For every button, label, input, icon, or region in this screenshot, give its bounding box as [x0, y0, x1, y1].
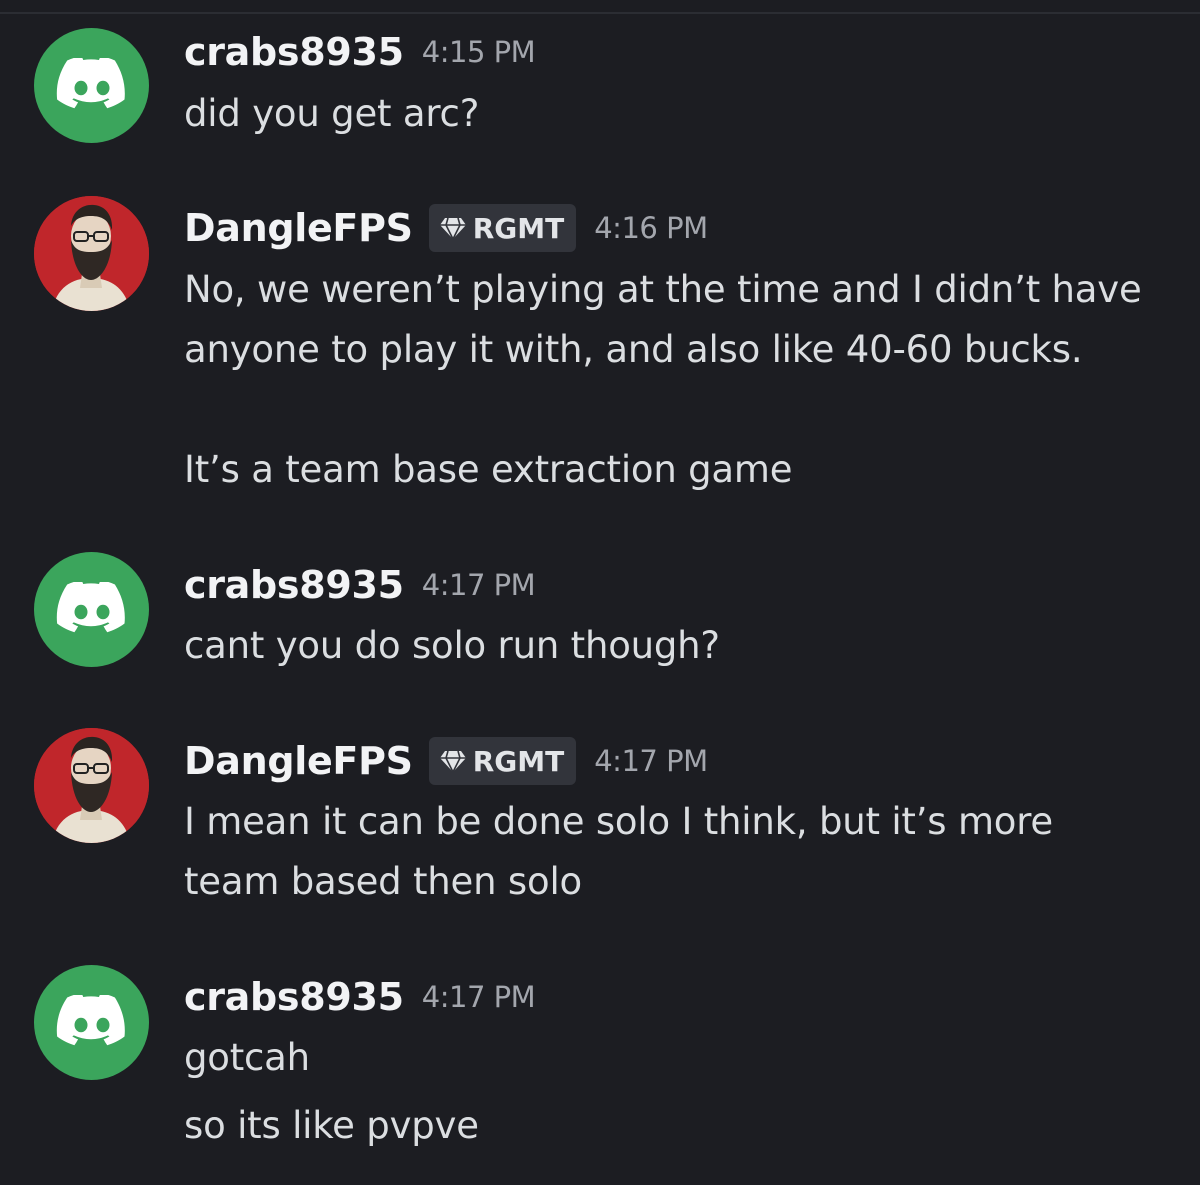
clan-tag-label: RGMT [472, 744, 565, 778]
gem-icon [439, 217, 466, 240]
message-header: crabs8935 4:17 PM [184, 560, 536, 610]
username[interactable]: crabs8935 [184, 30, 404, 74]
message-header: crabs8935 4:15 PM [184, 27, 536, 77]
message-content: I mean it can be done solo I think, but … [184, 792, 1053, 912]
discord-logo-icon [56, 57, 125, 108]
avatar[interactable] [34, 965, 149, 1080]
user-photo-icon [34, 196, 149, 311]
message-line: did you get arc? [184, 92, 480, 135]
discord-logo-icon [56, 994, 125, 1045]
message-line: It’s a team base extraction game [184, 448, 793, 491]
message-content: cant you do solo run though? [184, 616, 720, 676]
gem-icon [439, 750, 466, 773]
message-line: I mean it can be done solo I think, but … [184, 800, 1053, 843]
clan-tag-label: RGMT [472, 211, 565, 245]
clan-tag[interactable]: RGMT [428, 204, 577, 252]
avatar[interactable] [34, 196, 149, 311]
message-line: team based then solo [184, 860, 582, 903]
message-line: anyone to play it with, and also like 40… [184, 328, 1083, 371]
message-header: crabs8935 4:17 PM [184, 972, 536, 1022]
username[interactable]: crabs8935 [184, 563, 404, 607]
message-header: DangleFPS RGMT 4:17 PM [184, 736, 708, 786]
timestamp: 4:17 PM [594, 744, 708, 778]
username[interactable]: DangleFPS [184, 739, 413, 783]
message-line: No, we weren’t playing at the time and I… [184, 268, 1142, 311]
timestamp: 4:16 PM [594, 211, 708, 245]
message-content: gotcah so its like pvpve [184, 1028, 479, 1156]
clan-tag[interactable]: RGMT [428, 737, 577, 785]
discord-logo-icon [56, 581, 125, 632]
message-header: DangleFPS RGMT 4:16 PM [184, 203, 708, 253]
user-photo-icon [34, 728, 149, 843]
username[interactable]: DangleFPS [184, 206, 413, 250]
message-line: cant you do solo run though? [184, 624, 720, 667]
avatar[interactable] [34, 552, 149, 667]
timestamp: 4:17 PM [421, 980, 536, 1014]
avatar[interactable] [34, 728, 149, 843]
message-content: did you get arc? [184, 84, 479, 144]
username[interactable]: crabs8935 [184, 975, 404, 1019]
message-content: No, we weren’t playing at the time and I… [184, 260, 1142, 500]
message-line: gotcah [184, 1036, 310, 1079]
timestamp: 4:15 PM [421, 35, 536, 69]
avatar[interactable] [34, 28, 149, 143]
timestamp: 4:17 PM [421, 568, 536, 602]
top-divider [0, 0, 1200, 14]
message-line: so its like pvpve [184, 1104, 479, 1147]
